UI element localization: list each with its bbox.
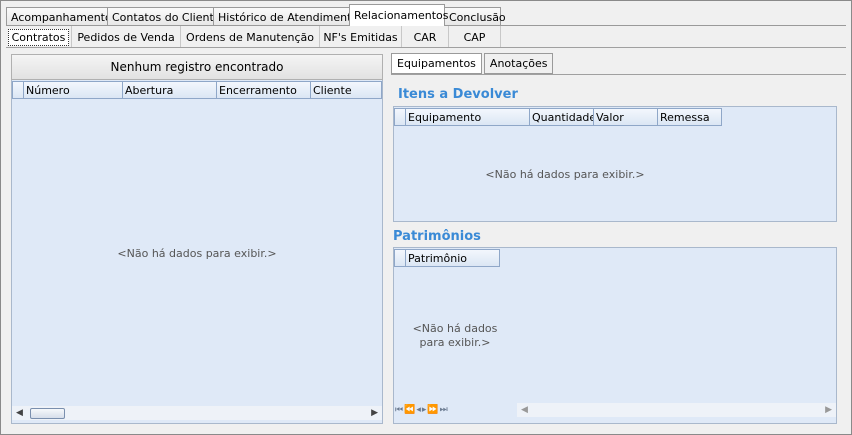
right-tab-line: [391, 74, 846, 75]
column-numero[interactable]: Número: [24, 81, 123, 99]
tab-anotacoes[interactable]: Anotações: [483, 53, 554, 74]
row-indicator-header: [394, 108, 406, 126]
tab-relacionamentos[interactable]: Relacionamentos: [349, 4, 449, 26]
tab-contratos[interactable]: Contratos: [6, 26, 72, 48]
column-patrimonio[interactable]: Patrimônio: [406, 249, 500, 267]
patrimonios-empty-message: <Não há dados para exibir.>: [394, 322, 516, 350]
contratos-column-headers: Número Abertura Encerramento Cliente: [12, 81, 382, 99]
tab-historico-de-atendimentos[interactable]: Histórico de Atendimentos: [213, 7, 364, 26]
nav-prev-page-icon[interactable]: ⏪: [404, 405, 416, 415]
right-tab-bar: Equipamentos Anotações: [391, 53, 554, 74]
column-cliente[interactable]: Cliente: [311, 81, 382, 99]
tab-conclusao[interactable]: Conclusão: [444, 7, 506, 26]
itens-a-devolver-title: Itens a Devolver: [398, 87, 518, 102]
patrimonios-title: Patrimônios: [393, 229, 481, 244]
tab-cap[interactable]: CAP: [449, 26, 501, 48]
tab-pedidos-de-venda[interactable]: Pedidos de Venda: [72, 26, 181, 48]
patrimonios-column-headers: Patrimônio: [394, 249, 500, 267]
nav-first-icon[interactable]: ⏮: [395, 405, 404, 415]
scroll-left-icon[interactable]: ◀: [521, 405, 528, 415]
column-remessa[interactable]: Remessa: [658, 108, 722, 126]
contratos-grid[interactable]: [11, 54, 383, 424]
tab-ordens-de-manutencao[interactable]: Ordens de Manutenção: [181, 26, 320, 48]
record-navigator[interactable]: ⏮ ⏪ ◂ ▸ ⏩ ⏭: [395, 403, 513, 417]
tab-nfs-emitidas[interactable]: NF's Emitidas: [320, 26, 402, 48]
itens-empty-message: <Não há dados para exibir.>: [485, 168, 645, 181]
contratos-empty-message: <Não há dados para exibir.>: [117, 247, 277, 260]
contratos-horizontal-scrollbar[interactable]: ◀ ▶: [12, 406, 382, 420]
column-abertura[interactable]: Abertura: [123, 81, 217, 99]
scroll-right-icon[interactable]: ▶: [825, 405, 832, 415]
column-valor[interactable]: Valor: [594, 108, 658, 126]
tab-car[interactable]: CAR: [402, 26, 449, 48]
column-equipamento[interactable]: Equipamento: [406, 108, 530, 126]
patrimonios-empty-line1: <Não há dados: [412, 322, 498, 335]
patrimonios-empty-line2: para exibir.>: [419, 336, 491, 349]
tab-contratos-label: Contratos: [7, 28, 70, 46]
itens-column-headers: Equipamento Quantidade Valor Remessa: [394, 108, 722, 126]
tab-contatos-do-cliente[interactable]: Contatos do Cliente: [107, 7, 221, 26]
sub-tab-bar: Contratos Pedidos de Venda Ordens de Man…: [6, 26, 501, 48]
group-by-header: Nenhum registro encontrado: [11, 54, 383, 80]
patrimonios-horizontal-scrollbar[interactable]: ◀ ▶: [517, 403, 836, 417]
column-quantidade[interactable]: Quantidade: [530, 108, 594, 126]
tab-acompanhamentos[interactable]: Acompanhamentos: [6, 7, 117, 26]
scroll-thumb[interactable]: [30, 408, 65, 419]
sub-tab-line: [6, 47, 846, 48]
scroll-right-icon[interactable]: ▶: [371, 408, 378, 418]
scroll-left-icon[interactable]: ◀: [16, 408, 23, 418]
nav-last-icon[interactable]: ⏭: [440, 405, 449, 415]
tab-equipamentos[interactable]: Equipamentos: [391, 53, 482, 74]
row-indicator-header: [12, 81, 24, 99]
main-tab-bar: Acompanhamentos Contatos do Cliente Hist…: [6, 4, 506, 26]
column-encerramento[interactable]: Encerramento: [217, 81, 311, 99]
row-indicator-header: [394, 249, 406, 267]
nav-next-page-icon[interactable]: ⏩: [427, 405, 439, 415]
